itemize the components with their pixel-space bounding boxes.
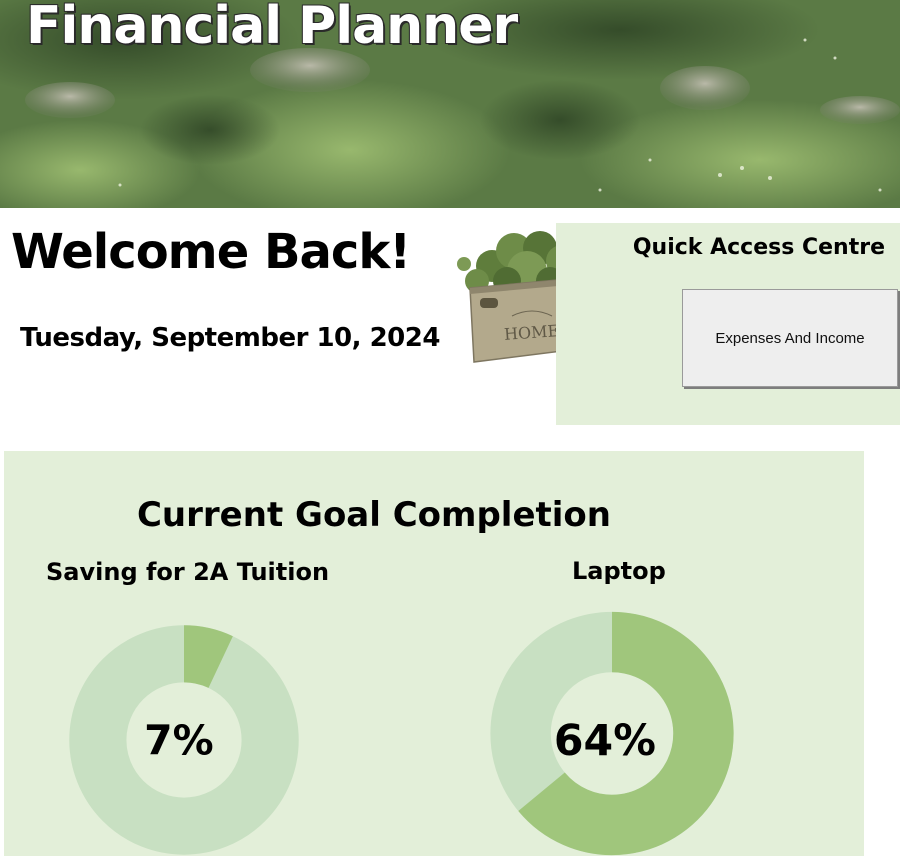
goal-name-laptop: Laptop [572,557,666,585]
quick-access-title: Quick Access Centre [632,235,885,260]
goal-donut-tuition: 7% [69,625,299,855]
quick-access-panel: Quick Access Centre Expenses And Income [556,223,900,425]
app-title: Financial Planner [26,0,518,56]
svg-text:HOME: HOME [503,321,559,344]
goal-percent-label: 64% [554,716,656,766]
goal-completion-panel: Current Goal Completion Saving for 2A Tu… [4,451,864,856]
goal-percent-label: 7% [144,717,214,765]
expenses-and-income-button[interactable]: Expenses And Income [682,289,898,387]
goal-donut-laptop: 64% [490,611,734,856]
header-banner: Financial Planner [0,0,900,208]
goals-title: Current Goal Completion [136,495,611,535]
goal-name-tuition: Saving for 2A Tuition [46,558,330,586]
current-date: Tuesday, September 10, 2024 [20,323,440,353]
welcome-heading: Welcome Back! [11,224,411,280]
donut-progress [182,625,233,689]
